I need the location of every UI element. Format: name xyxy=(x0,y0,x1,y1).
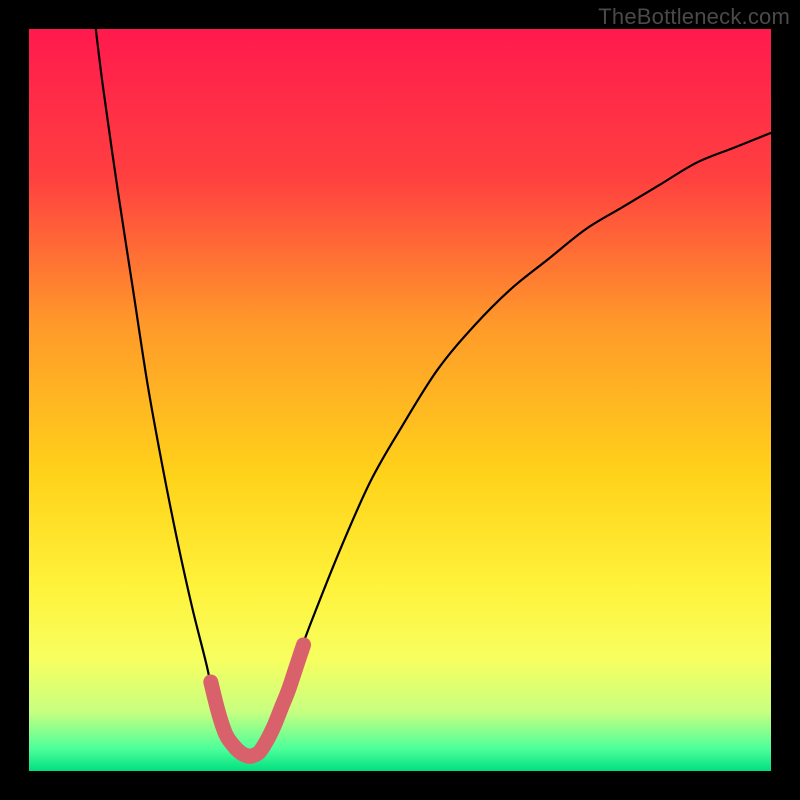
highlight-right xyxy=(252,645,304,756)
curve-layer xyxy=(29,29,771,771)
highlight-left xyxy=(211,682,252,756)
watermark-text: TheBottleneck.com xyxy=(598,4,790,30)
curve-right xyxy=(252,133,771,756)
plot-frame xyxy=(29,29,771,771)
curve-left xyxy=(96,29,252,757)
